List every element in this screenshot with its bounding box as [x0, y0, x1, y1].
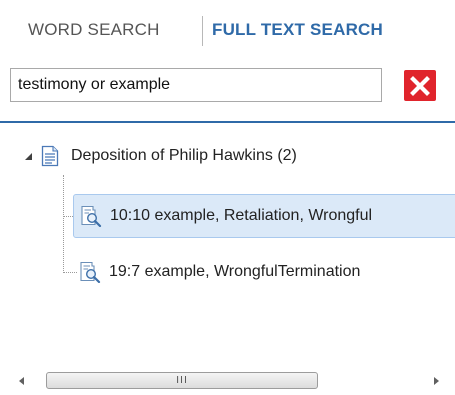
document-icon	[41, 145, 59, 167]
scrollbar-thumb[interactable]: III	[46, 372, 318, 389]
scroll-right-arrow-icon[interactable]	[430, 375, 442, 387]
search-mode-tabs: WORD SEARCH FULL TEXT SEARCH	[0, 10, 455, 46]
search-row	[10, 68, 450, 108]
clear-search-button[interactable]	[404, 70, 436, 101]
tab-separator	[202, 16, 203, 46]
search-input[interactable]	[10, 68, 382, 102]
close-icon	[410, 75, 430, 96]
search-result-icon	[81, 205, 102, 227]
search-hit-label: 19:7 example, WrongfulTermination	[109, 263, 361, 280]
header-divider	[0, 121, 455, 123]
results-tree: Deposition of Philip Hawkins (2) 10:10 e…	[0, 135, 455, 365]
search-hit-item[interactable]: 10:10 example, Retaliation, Wrongful	[73, 194, 455, 238]
tree-root-label: Deposition of Philip Hawkins (2)	[71, 147, 297, 164]
tab-word-search[interactable]: WORD SEARCH	[28, 20, 160, 40]
search-hit-label: 10:10 example, Retaliation, Wrongful	[110, 207, 373, 224]
scrollbar-grip: III	[176, 374, 188, 386]
tab-full-text-search[interactable]: FULL TEXT SEARCH	[212, 20, 383, 40]
scroll-left-arrow-icon[interactable]	[16, 375, 28, 387]
tree-connector	[63, 175, 64, 273]
tree-root-node[interactable]: Deposition of Philip Hawkins (2)	[23, 139, 297, 173]
expanded-triangle-icon[interactable]	[23, 151, 33, 161]
horizontal-scrollbar[interactable]: III	[0, 372, 455, 390]
search-hit-item[interactable]: 19:7 example, WrongfulTermination	[73, 250, 455, 294]
search-result-icon	[80, 261, 101, 283]
